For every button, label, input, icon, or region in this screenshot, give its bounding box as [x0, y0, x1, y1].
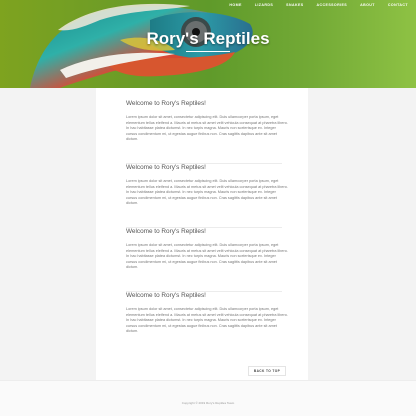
footer: Copyright © 2019 Rory's Reptiles Team: [0, 380, 416, 416]
post-heading: Welcome to Rory's Reptiles!: [126, 228, 206, 235]
nav-item-snakes[interactable]: SNAKES: [286, 3, 303, 7]
site-title: Rory's Reptiles: [146, 29, 270, 48]
title-divider: [186, 51, 230, 52]
copyright-text: Copyright © 2019 Rory's Reptiles Team: [181, 401, 235, 405]
post-heading: Welcome to Rory's Reptiles!: [126, 292, 206, 299]
post-1: Welcome to Rory's Reptiles! Lorem ipsum …: [126, 100, 288, 164]
back-to-top-button[interactable]: BACK TO TOP: [248, 366, 286, 376]
top-nav: HOME LIZARDS SNAKES ACCESSORIES ABOUT CO…: [229, 3, 408, 7]
nav-item-about[interactable]: ABOUT: [360, 3, 375, 7]
nav-item-contact[interactable]: CONTACT: [388, 3, 408, 7]
nav-item-home[interactable]: HOME: [229, 3, 241, 7]
nav-item-accessories[interactable]: ACCESSORIES: [317, 3, 348, 7]
hero-banner: HOME LIZARDS SNAKES ACCESSORIES ABOUT CO…: [0, 0, 416, 88]
nav-item-lizards[interactable]: LIZARDS: [255, 3, 273, 7]
post-heading: Welcome to Rory's Reptiles!: [126, 100, 206, 107]
post-2: Welcome to Rory's Reptiles! Lorem ipsum …: [126, 164, 288, 228]
post-4: Welcome to Rory's Reptiles! Lorem ipsum …: [126, 292, 288, 356]
post-body: Lorem ipsum dolor sit amet, consectetur …: [126, 243, 288, 270]
post-body: Lorem ipsum dolor sit amet, consectetur …: [126, 179, 288, 206]
post-3: Welcome to Rory's Reptiles! Lorem ipsum …: [126, 228, 288, 292]
post-body: Lorem ipsum dolor sit amet, consectetur …: [126, 307, 288, 334]
main-content: Welcome to Rory's Reptiles! Lorem ipsum …: [96, 88, 308, 380]
post-heading: Welcome to Rory's Reptiles!: [126, 164, 206, 171]
post-body: Lorem ipsum dolor sit amet, consectetur …: [126, 115, 288, 142]
